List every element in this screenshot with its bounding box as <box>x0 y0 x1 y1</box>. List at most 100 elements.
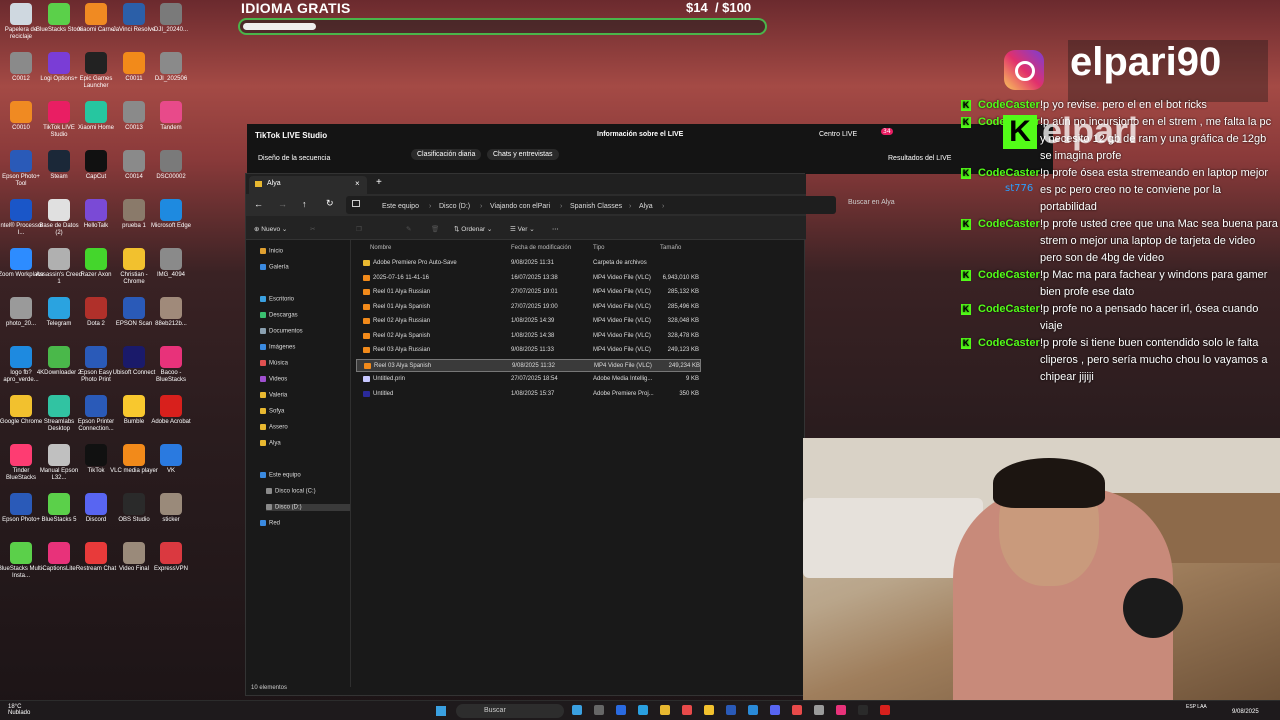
file-row[interactable]: Adobe Premiere Pro Auto-Save 9/08/2025 11… <box>356 257 701 270</box>
taskbar-search[interactable]: Buscar <box>456 704 564 718</box>
windows-start-icon[interactable] <box>436 706 446 716</box>
file-explorer-window[interactable]: Alya × + ← → ↑ ↻ Este equipo Disco (D:) … <box>245 173 836 696</box>
nav-item[interactable]: Videos <box>260 376 287 383</box>
taskbar-app-icon[interactable] <box>660 705 670 715</box>
file-icon <box>363 289 370 295</box>
desktop-icon[interactable]: ExpressVPN <box>147 542 195 573</box>
kick-logo-icon: K <box>1003 115 1037 149</box>
desktop-icon[interactable]: 88eb212b... <box>147 297 195 328</box>
taskbar-app-icon[interactable] <box>748 705 758 715</box>
desktop-icon[interactable]: DJI_20240... <box>147 3 195 34</box>
file-row[interactable]: Reel 01 Alya Russian 27/07/2025 19:01 MP4 … <box>356 286 701 299</box>
tab-chats-interviews[interactable]: Chats y entrevistas <box>487 149 559 160</box>
taskbar-app-icon[interactable] <box>836 705 846 715</box>
desktop-icon[interactable]: sticker <box>147 493 195 524</box>
tiktok-live-info[interactable]: Información sobre el LIVE <box>597 131 683 138</box>
column-header-size[interactable]: Tamaño <box>660 245 681 251</box>
taskbar-app-icon[interactable] <box>792 705 802 715</box>
app-icon <box>85 150 107 172</box>
taskbar-app-icon[interactable] <box>726 705 736 715</box>
nav-item[interactable]: Galería <box>260 264 289 271</box>
nav-item[interactable]: Escritorio <box>260 296 294 303</box>
nav-item[interactable]: Inicio <box>260 248 283 255</box>
language-indicator[interactable]: ESP LAA <box>1186 704 1210 710</box>
tab-daily-ranking[interactable]: Clasificación diaria <box>411 149 482 160</box>
nav-item[interactable]: Alya <box>260 440 281 447</box>
nav-item[interactable]: Música <box>260 360 288 367</box>
breadcrumb-item[interactable]: Spanish Classes <box>570 203 622 210</box>
nav-item[interactable]: Sofya <box>260 408 284 415</box>
nav-item[interactable]: Disco local (C:) <box>266 488 316 495</box>
breadcrumb-item[interactable]: Este equipo <box>382 203 419 210</box>
desktop-icon[interactable]: Microsoft Edge <box>147 199 195 230</box>
streamer-handle: elpari90 <box>1068 40 1268 102</box>
nav-item[interactable]: Red <box>260 520 280 527</box>
column-header-date[interactable]: Fecha de modificación <box>511 245 571 251</box>
nav-item[interactable]: Documentos <box>260 328 303 335</box>
file-row[interactable]: Reel 01 Alya Spanish 27/07/2025 19:00 MP4 … <box>356 301 701 314</box>
taskbar-app-icon[interactable] <box>770 705 780 715</box>
explorer-search-input[interactable]: Buscar en Alya <box>848 199 895 206</box>
desktop-icon[interactable]: VK <box>147 444 195 475</box>
nav-item[interactable]: Este equipo <box>260 472 301 479</box>
file-row[interactable]: 2025-07-16 11-41-16 16/07/2025 13:38 MP4 V… <box>356 272 701 285</box>
sort-button[interactable]: ⇅ Ordenar ⌄ <box>454 225 492 233</box>
file-row[interactable]: Reel 02 Alya Spanish 1/08/2025 14:38 MP4 V… <box>356 330 701 343</box>
taskbar-app-icon[interactable] <box>572 705 582 715</box>
breadcrumb-item[interactable]: Alya <box>639 203 653 210</box>
nav-item[interactable]: Assero <box>260 424 288 431</box>
taskbar-app-icon[interactable] <box>682 705 692 715</box>
clock[interactable]: 9/08/2025 <box>1232 709 1259 716</box>
view-button[interactable]: ☰ Ver ⌄ <box>510 225 535 233</box>
new-button[interactable]: ⊕ Nuevo ⌄ <box>254 225 287 233</box>
weather-widget[interactable]: 18°C Nublado <box>8 704 30 716</box>
tiktok-live-results[interactable]: Resultados del LIVE <box>888 155 951 162</box>
desktop-icon[interactable]: DSC00002 <box>147 150 195 181</box>
up-arrow-icon[interactable]: ↑ <box>302 199 307 209</box>
file-row[interactable]: Untitled 1/08/2025 15:37 Adobe Premiere Pr… <box>356 388 701 401</box>
nav-item-icon <box>260 376 266 382</box>
taskbar-app-icon[interactable] <box>858 705 868 715</box>
desktop-icon[interactable]: Tandem <box>147 101 195 132</box>
taskbar-app-icon[interactable] <box>880 705 890 715</box>
taskbar-app-icon[interactable] <box>638 705 648 715</box>
desktop-icon[interactable]: DJI_202506 <box>147 52 195 83</box>
file-row[interactable]: Untitled.prin 27/07/2025 18:54 Adobe Media… <box>356 373 701 386</box>
close-tab-icon[interactable]: × <box>355 179 360 188</box>
tiktok-live-studio-window[interactable]: TikTok LIVE Studio Información sobre el … <box>247 124 1053 174</box>
app-icon <box>123 346 145 368</box>
nav-item[interactable]: Valeria <box>260 392 287 399</box>
desktop-icon[interactable]: Adobe Acrobat <box>147 395 195 426</box>
app-icon <box>123 542 145 564</box>
back-arrow-icon[interactable]: ← <box>254 199 263 209</box>
explorer-tab[interactable]: Alya × <box>249 176 367 194</box>
file-row[interactable]: Reel 03 Alya Spanish 9/08/2025 11:32 MP4 V… <box>356 358 701 372</box>
desktop-icon[interactable]: IMG_4094 <box>147 248 195 279</box>
taskbar-app-icon[interactable] <box>704 705 714 715</box>
nav-item[interactable]: Imágenes <box>260 344 295 351</box>
nav-item[interactable]: Descargas <box>260 312 298 319</box>
taskbar-app-icon[interactable] <box>814 705 824 715</box>
desktop-icon[interactable]: Bacoo - BlueStacks <box>147 346 195 384</box>
taskbar-app-icon[interactable] <box>616 705 626 715</box>
more-options-icon[interactable]: ⋯ <box>552 225 559 233</box>
nav-item-icon <box>260 264 266 270</box>
column-header-type[interactable]: Tipo <box>593 245 604 251</box>
taskbar-app-icon[interactable] <box>594 705 604 715</box>
file-row[interactable]: Reel 03 Alya Russian 9/08/2025 11:33 MP4 V… <box>356 344 701 357</box>
new-tab-icon[interactable]: + <box>376 177 382 188</box>
chevron-right-icon: › <box>429 203 432 210</box>
breadcrumb-item[interactable]: Viajando con elPari <box>490 203 550 210</box>
breadcrumb[interactable]: Este equipo Disco (D:) Viajando con elPa… <box>346 196 836 214</box>
refresh-icon[interactable]: ↻ <box>326 198 334 209</box>
file-size: 285,132 KB <box>667 289 699 295</box>
forward-arrow-icon[interactable]: → <box>278 199 287 209</box>
desktop-icon-label: Bacoo - BlueStacks <box>155 370 186 383</box>
breadcrumb-item[interactable]: Disco (D:) <box>439 203 470 210</box>
tiktok-centro-live-link[interactable]: Centro LIVE <box>819 131 857 138</box>
nav-item[interactable]: Disco (D:) <box>266 504 350 511</box>
column-header-name[interactable]: Nombre <box>370 245 391 251</box>
nav-item-label: Disco local (C:) <box>275 488 316 495</box>
app-icon <box>160 101 182 123</box>
file-row[interactable]: Reel 02 Alya Russian 1/08/2025 14:39 MP4 V… <box>356 315 701 328</box>
